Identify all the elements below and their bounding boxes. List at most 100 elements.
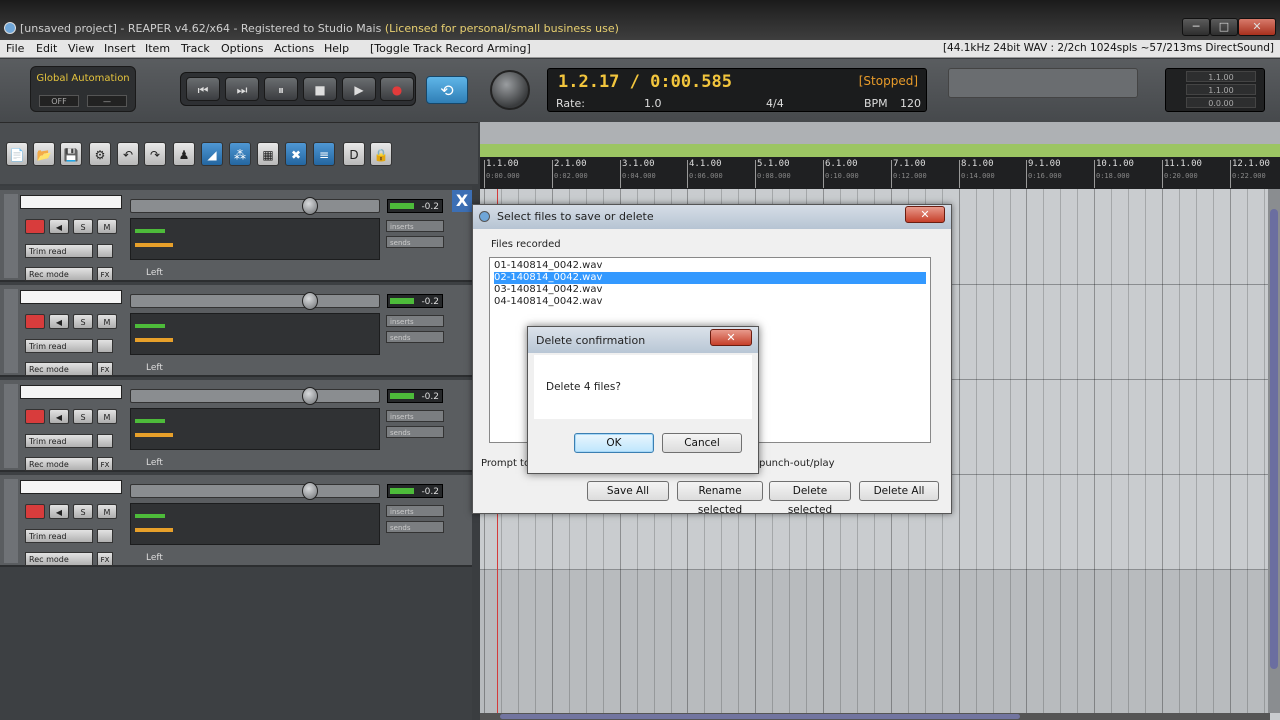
delete-selected-button[interactable]: Delete selected (769, 481, 851, 516)
auto-crossfade-icon[interactable]: ◢ (201, 142, 223, 166)
trim-behind-icon[interactable]: D (343, 142, 365, 166)
track-number-strip[interactable] (4, 384, 18, 468)
fx-button[interactable]: FX (97, 267, 113, 281)
inserts-box[interactable]: inserts (386, 220, 444, 232)
volume-fader[interactable] (130, 199, 380, 213)
volume-fader-knob[interactable] (302, 482, 318, 500)
selection-end[interactable]: 1.1.00 (1186, 84, 1256, 95)
track-name-field[interactable] (20, 385, 122, 399)
global-automation-off[interactable]: OFF (39, 95, 79, 107)
track-number-strip[interactable] (4, 194, 18, 278)
inserts-box[interactable]: inserts (386, 315, 444, 327)
trim-read-button[interactable]: Trim read (25, 434, 93, 448)
delete-all-button[interactable]: Delete All (859, 481, 939, 501)
track-4[interactable]: ◀ S M Trim read Rec mode FX -0.2 inserts… (0, 475, 472, 567)
rec-mode-button[interactable]: Rec mode (25, 362, 93, 376)
play-button[interactable]: ▶ (342, 77, 376, 101)
file-item[interactable]: 04-140814_0042.wav (494, 296, 926, 308)
rec-mode-button[interactable]: Rec mode (25, 267, 93, 281)
io-button[interactable] (97, 339, 113, 353)
pan-label[interactable]: Left (130, 362, 446, 374)
dialog-title-bar[interactable]: Select files to save or delete ✕ (473, 205, 951, 229)
menu-item[interactable]: Item (145, 42, 170, 55)
menu-help[interactable]: Help (324, 42, 349, 55)
ripple-edit-icon[interactable]: ✖ (285, 142, 307, 166)
volume-fader[interactable] (130, 484, 380, 498)
menu-file[interactable]: File (6, 42, 24, 55)
track-1[interactable]: ◀ S M Trim read Rec mode FX -0.2 inserts… (0, 190, 472, 282)
track-number-strip[interactable] (4, 479, 18, 563)
go-to-end-button[interactable]: ⏭ (225, 77, 259, 101)
menu-actions[interactable]: Actions (274, 42, 314, 55)
global-automation-panel[interactable]: Global Automation OFF — (30, 66, 136, 112)
file-item[interactable]: 03-140814_0042.wav (494, 284, 926, 296)
vertical-scroll-thumb[interactable] (1270, 209, 1278, 669)
track-name-field[interactable] (20, 480, 122, 494)
mute-button[interactable]: M (97, 219, 117, 234)
io-button[interactable] (97, 244, 113, 258)
inserts-box[interactable]: inserts (386, 410, 444, 422)
menu-edit[interactable]: Edit (36, 42, 57, 55)
lock-icon[interactable]: 🔒 (370, 142, 392, 166)
sends-box[interactable]: sends (386, 426, 444, 438)
trim-read-button[interactable]: Trim read (25, 529, 93, 543)
volume-fader-knob[interactable] (302, 387, 318, 405)
mute-button[interactable]: M (97, 504, 117, 519)
solo-button[interactable]: S (73, 219, 93, 234)
monitor-button[interactable]: ◀ (49, 504, 69, 519)
marker-lane[interactable] (480, 122, 1280, 144)
loop-region-bar[interactable] (480, 144, 1280, 157)
selection-length[interactable]: 0.0.00 (1186, 97, 1256, 108)
ok-button[interactable]: OK (574, 433, 654, 453)
menu-insert[interactable]: Insert (104, 42, 136, 55)
confirm-close-button[interactable]: ✕ (710, 329, 752, 346)
monitor-button[interactable]: ◀ (49, 409, 69, 424)
punch-out-option-label[interactable]: punch-out/play (759, 458, 835, 469)
trim-read-button[interactable]: Trim read (25, 244, 93, 258)
maximize-button[interactable]: □ (1210, 18, 1238, 36)
pan-label[interactable]: Left (130, 552, 446, 564)
mute-button[interactable]: M (97, 314, 117, 329)
empty-track-area[interactable] (480, 570, 1270, 713)
track-name-field[interactable] (20, 195, 122, 209)
master-playrate-knob[interactable] (490, 70, 530, 110)
rename-selected-button[interactable]: Rename selected (677, 481, 763, 516)
io-button[interactable] (97, 434, 113, 448)
record-arm-button[interactable] (25, 504, 45, 519)
confirm-title-bar[interactable]: Delete confirmation ✕ (528, 327, 758, 353)
pause-button[interactable]: ⏸ (264, 77, 298, 101)
pan-label[interactable]: Left (130, 457, 446, 469)
save-project-icon[interactable]: 💾 (60, 142, 82, 166)
metronome-icon[interactable]: ♟ (173, 142, 195, 166)
project-settings-icon[interactable]: ⚙ (89, 142, 111, 166)
selection-start[interactable]: 1.1.00 (1186, 71, 1256, 82)
minimize-button[interactable]: ─ (1182, 18, 1210, 36)
sends-box[interactable]: sends (386, 521, 444, 533)
dialog-close-button[interactable]: ✕ (905, 206, 945, 223)
vertical-scrollbar[interactable] (1268, 189, 1280, 713)
cancel-button[interactable]: Cancel (662, 433, 742, 453)
record-arm-button[interactable] (25, 314, 45, 329)
new-project-icon[interactable]: 📄 (6, 142, 28, 166)
inserts-box[interactable]: inserts (386, 505, 444, 517)
menu-view[interactable]: View (68, 42, 94, 55)
track-2[interactable]: ◀ S M Trim read Rec mode FX -0.2 inserts… (0, 285, 472, 377)
repeat-loop-icon[interactable]: ⟲ (426, 76, 468, 104)
volume-fader[interactable] (130, 389, 380, 403)
trim-read-button[interactable]: Trim read (25, 339, 93, 353)
redo-icon[interactable]: ↷ (144, 142, 166, 166)
horizontal-scrollbar[interactable] (480, 713, 1270, 720)
menu-track[interactable]: Track (181, 42, 210, 55)
grouping-icon[interactable]: ⁂ (229, 142, 251, 166)
stop-button[interactable]: ■ (303, 77, 337, 101)
fx-button[interactable]: FX (97, 552, 113, 566)
volume-fader-knob[interactable] (302, 197, 318, 215)
file-item-selected[interactable]: 02-140814_0042.wav (494, 272, 926, 284)
global-automation-mode[interactable]: — (87, 95, 127, 107)
bpm-value[interactable]: 120 (900, 97, 921, 110)
rec-mode-button[interactable]: Rec mode (25, 457, 93, 471)
monitor-button[interactable]: ◀ (49, 314, 69, 329)
rate-value[interactable]: 1.0 (644, 97, 662, 110)
solo-button[interactable]: S (73, 314, 93, 329)
track-3[interactable]: ◀ S M Trim read Rec mode FX -0.2 inserts… (0, 380, 472, 472)
